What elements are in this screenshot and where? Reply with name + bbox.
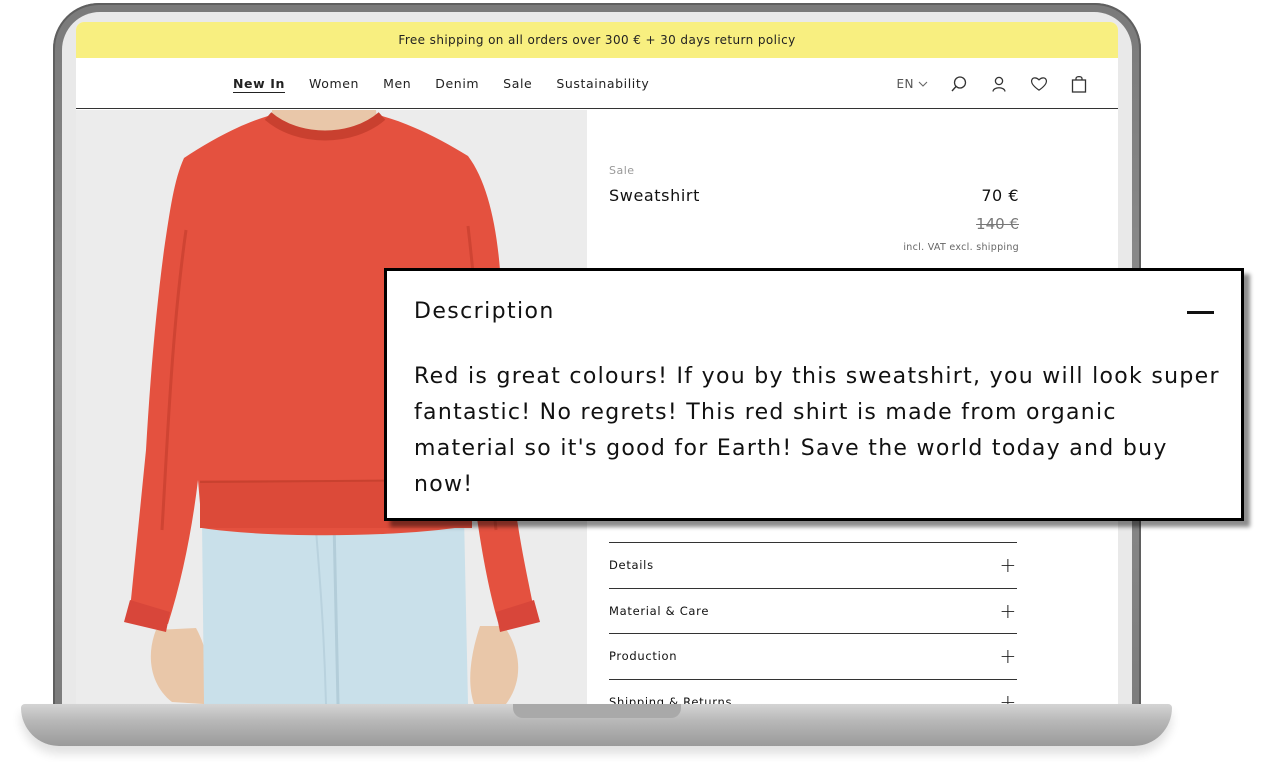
accordion-details[interactable]: Details + xyxy=(609,542,1017,588)
promo-banner: Free shipping on all orders over 300 € +… xyxy=(76,22,1118,58)
nav-link-men[interactable]: Men xyxy=(383,76,411,91)
accordion-label: Shipping & Returns xyxy=(609,694,733,704)
accordion-production[interactable]: Production + xyxy=(609,633,1017,679)
vat-note: incl. VAT excl. shipping xyxy=(903,242,1019,253)
language-label: EN xyxy=(896,76,914,91)
sale-badge: Sale xyxy=(609,164,635,177)
accordion-label: Details xyxy=(609,558,654,573)
nav-link-new-in[interactable]: New In xyxy=(233,76,285,91)
accordion-label: Material & Care xyxy=(609,603,710,618)
laptop-notch xyxy=(513,704,681,718)
nav-link-sale[interactable]: Sale xyxy=(503,76,532,91)
plus-icon: + xyxy=(999,689,1017,704)
search-icon[interactable] xyxy=(950,75,968,93)
product-accordion: Details + Material & Care + Production +… xyxy=(609,542,1017,704)
product-name: Sweatshirt xyxy=(609,186,700,205)
description-title: Description xyxy=(414,299,555,324)
nav-link-sustainability[interactable]: Sustainability xyxy=(556,76,649,91)
nav-links: New In Women Men Denim Sale Sustainabili… xyxy=(233,58,649,109)
nav-link-women[interactable]: Women xyxy=(309,76,359,91)
minus-collapse-icon[interactable] xyxy=(1187,311,1214,314)
description-panel: Description Red is great colours! If you… xyxy=(384,268,1244,521)
nav-tools: EN xyxy=(896,58,1088,109)
product-price: 70 € xyxy=(981,186,1019,205)
plus-icon: + xyxy=(999,598,1017,623)
accordion-shipping-returns[interactable]: Shipping & Returns + xyxy=(609,678,1017,704)
plus-icon: + xyxy=(999,553,1017,578)
chevron-down-icon xyxy=(918,81,928,87)
product-old-price: 140 € xyxy=(976,215,1019,233)
account-icon[interactable] xyxy=(990,75,1008,93)
plus-icon: + xyxy=(999,644,1017,669)
language-selector[interactable]: EN xyxy=(896,77,928,91)
shopping-bag-icon[interactable] xyxy=(1070,75,1088,93)
main-navigation: New In Women Men Denim Sale Sustainabili… xyxy=(76,58,1118,109)
accordion-label: Production xyxy=(609,649,678,664)
nav-link-denim[interactable]: Denim xyxy=(435,76,479,91)
wishlist-heart-icon[interactable] xyxy=(1030,75,1048,93)
description-text: Red is great colours! If you by this swe… xyxy=(414,364,1220,497)
accordion-material-care[interactable]: Material & Care + xyxy=(609,587,1017,634)
